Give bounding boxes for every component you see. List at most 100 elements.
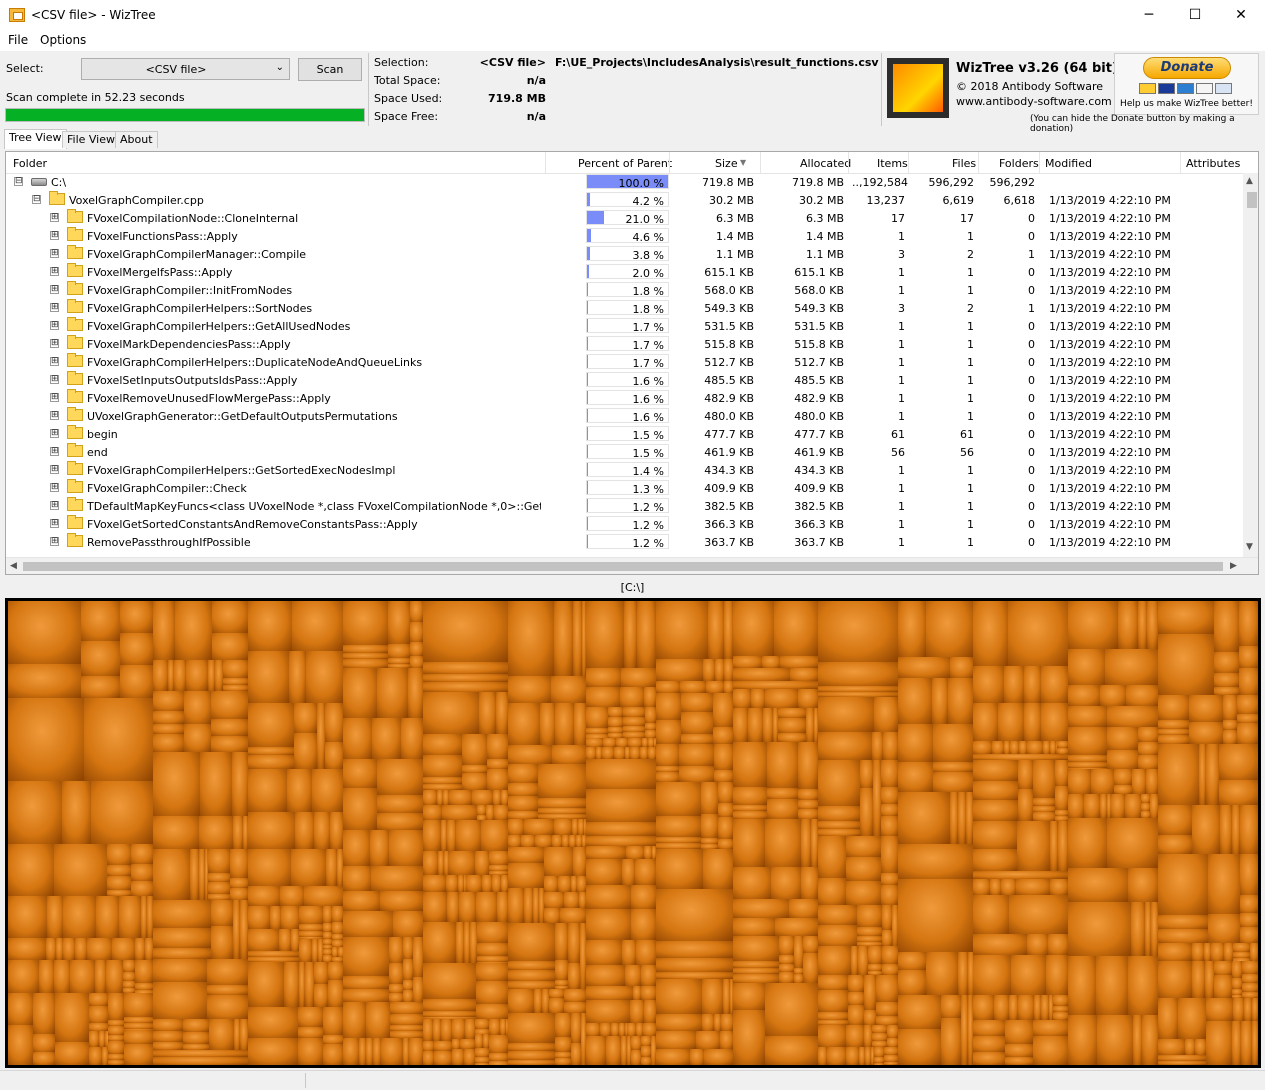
treemap-block[interactable]	[423, 851, 438, 875]
expand-icon[interactable]: ⊞	[50, 303, 59, 312]
treemap-block[interactable]	[1241, 1021, 1252, 1065]
treemap-block[interactable]	[656, 744, 679, 766]
treemap-block[interactable]	[631, 909, 656, 940]
treemap-block[interactable]	[723, 979, 730, 1014]
treemap-block[interactable]	[1068, 755, 1107, 762]
treemap-block[interactable]	[230, 888, 248, 900]
treemap-block[interactable]	[208, 873, 230, 882]
treemap-block[interactable]	[681, 693, 713, 712]
treemap-block[interactable]	[966, 792, 973, 844]
table-row[interactable]: ⊞ FVoxelGraphCompiler::Check 1.3 % 409.9 KB…	[6, 479, 1242, 497]
table-row[interactable]: ⊞ FVoxelMergeIfsPass::Apply 2.0 % 615.1 KB 6…	[6, 263, 1242, 281]
treemap-block[interactable]	[135, 938, 145, 960]
treemap-block[interactable]	[508, 863, 544, 888]
treemap-block[interactable]	[343, 1038, 359, 1065]
treemap-block[interactable]	[1185, 1039, 1195, 1055]
treemap-block[interactable]	[884, 1062, 898, 1065]
treemap-block[interactable]	[762, 656, 780, 668]
treemap-block[interactable]	[1233, 943, 1250, 952]
treemap-block[interactable]	[446, 875, 458, 892]
treemap-block[interactable]	[413, 977, 423, 1002]
treemap-block[interactable]	[107, 865, 131, 876]
treemap-block[interactable]	[107, 844, 131, 865]
treemap-block[interactable]	[184, 691, 211, 724]
treemap-block[interactable]	[898, 879, 973, 952]
treemap-block[interactable]	[508, 1060, 555, 1065]
treemap-block[interactable]	[233, 900, 240, 959]
treemap-block[interactable]	[230, 878, 248, 888]
treemap-block[interactable]	[112, 938, 135, 960]
treemap-block[interactable]	[1158, 720, 1189, 729]
treemap-block[interactable]	[33, 1052, 55, 1065]
treemap-block[interactable]	[733, 983, 765, 1010]
treemap-block[interactable]	[120, 665, 153, 698]
treemap-block[interactable]	[1048, 934, 1068, 955]
scrollbar-thumb[interactable]	[1247, 192, 1257, 208]
treemap-block[interactable]	[1158, 854, 1208, 915]
table-row[interactable]: ⊞ FVoxelGetSortedConstantsAndRemoveConsta…	[6, 515, 1242, 533]
treemap-block[interactable]	[724, 601, 733, 659]
treemap-block[interactable]	[476, 1004, 508, 1019]
treemap-block[interactable]	[706, 681, 724, 693]
treemap-block[interactable]	[704, 1049, 733, 1065]
treemap-block[interactable]	[489, 1019, 500, 1035]
treemap-block[interactable]	[1158, 929, 1208, 943]
treemap-block[interactable]	[898, 657, 950, 678]
treemap-block[interactable]	[1147, 601, 1158, 649]
treemap-block[interactable]	[1158, 961, 1192, 998]
treemap-block[interactable]	[190, 849, 199, 900]
treemap-block[interactable]	[1214, 687, 1239, 695]
treemap-block[interactable]	[818, 836, 846, 878]
treemap-block[interactable]	[1192, 961, 1205, 998]
treemap-block[interactable]	[733, 708, 748, 742]
treemap-block[interactable]	[778, 718, 806, 733]
treemap-block[interactable]	[477, 943, 508, 956]
treemap-block[interactable]	[586, 738, 603, 747]
treemap-block[interactable]	[718, 817, 733, 839]
treemap-block[interactable]	[1237, 714, 1258, 723]
scroll-down-icon[interactable]: ▼	[1246, 542, 1253, 552]
expand-icon[interactable]: ⊞	[50, 267, 59, 276]
treemap-block[interactable]	[306, 651, 343, 703]
treemap-block[interactable]	[818, 760, 860, 806]
treemap-block[interactable]	[295, 812, 314, 849]
treemap-block[interactable]	[1199, 744, 1206, 805]
treemap-block[interactable]	[207, 995, 248, 1019]
treemap-block[interactable]	[630, 747, 640, 759]
treemap-block[interactable]	[1239, 646, 1258, 668]
treemap-block[interactable]	[403, 937, 413, 959]
treemap-block[interactable]	[555, 1013, 571, 1037]
treemap-block[interactable]	[63, 938, 75, 960]
treemap-block[interactable]	[818, 662, 898, 686]
treemap-block[interactable]	[380, 891, 423, 911]
treemap-block[interactable]	[207, 959, 248, 985]
treemap-block[interactable]	[1005, 1020, 1033, 1044]
treemap-block[interactable]	[779, 964, 794, 972]
treemap-block[interactable]	[779, 936, 794, 955]
treemap-block[interactable]	[153, 691, 184, 711]
treemap-block[interactable]	[211, 926, 233, 959]
treemap-block[interactable]	[973, 821, 1017, 849]
treemap-block[interactable]	[564, 892, 579, 908]
treemap-block[interactable]	[84, 698, 153, 781]
treemap-block[interactable]	[941, 995, 961, 1018]
treemap-block[interactable]	[95, 960, 106, 993]
treemap-block[interactable]	[1055, 760, 1068, 786]
treemap-block[interactable]	[714, 744, 733, 770]
treemap-block[interactable]	[571, 1043, 581, 1065]
treemap-block[interactable]	[818, 1025, 846, 1047]
treemap-block[interactable]	[765, 983, 818, 1036]
scrollbar-thumb[interactable]	[23, 562, 1223, 571]
treemap-block[interactable]	[1158, 943, 1192, 961]
treemap-block[interactable]	[1223, 695, 1237, 720]
treemap-block[interactable]	[312, 769, 343, 812]
treemap-block[interactable]	[233, 816, 243, 849]
treemap-block[interactable]	[1142, 1015, 1158, 1065]
treemap-block[interactable]	[389, 984, 403, 993]
column-header-items[interactable]: Items	[877, 157, 908, 170]
expand-icon[interactable]: ⊞	[50, 375, 59, 384]
treemap-block[interactable]	[721, 1014, 733, 1031]
treemap-block[interactable]	[883, 732, 898, 760]
treemap-block[interactable]	[544, 847, 573, 876]
treemap-block[interactable]	[70, 960, 95, 993]
